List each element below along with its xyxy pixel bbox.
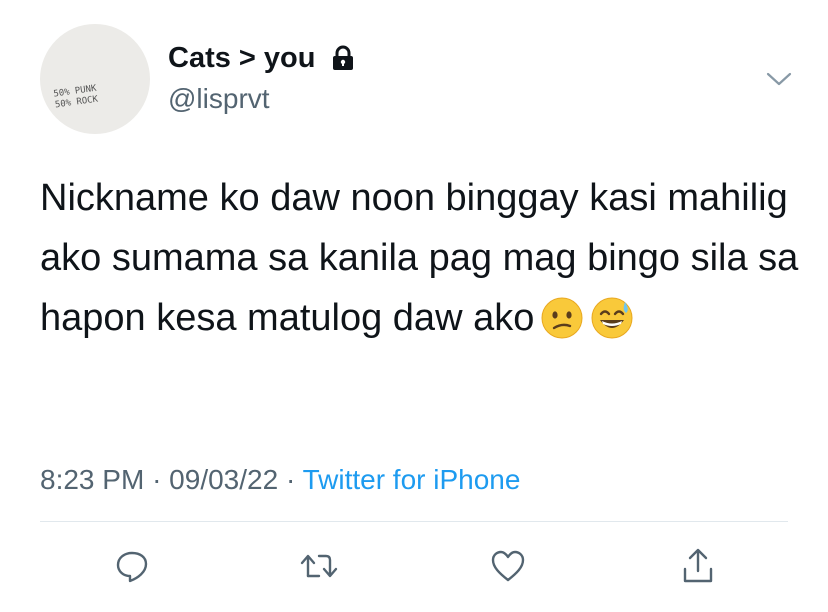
author-handle[interactable]: @lisprvt [168, 82, 270, 116]
tweet-date: 09/03/22 [169, 464, 279, 495]
like-button[interactable] [486, 546, 530, 590]
heart-icon [489, 548, 527, 589]
tweet-time: 8:23 PM [40, 464, 145, 495]
chevron-down-icon[interactable] [764, 64, 794, 94]
share-icon [680, 547, 716, 590]
tweet-actions [110, 546, 750, 590]
tweet-body: Nickname ko daw noon binggay kasi mahili… [40, 177, 799, 339]
tweet-text: Nickname ko daw noon binggay kasi mahili… [40, 168, 800, 358]
reply-button[interactable] [110, 546, 154, 590]
divider [40, 521, 788, 522]
confused-face-emoji [540, 296, 584, 358]
share-button[interactable] [676, 546, 720, 590]
lock-icon [330, 44, 356, 80]
author-name[interactable]: Cats > you [168, 40, 356, 80]
retweet-button[interactable] [297, 546, 341, 590]
retweet-icon [299, 548, 339, 589]
avatar[interactable]: 50% PUNK 50% ROCK [40, 24, 150, 134]
grinning-sweat-emoji [590, 296, 634, 358]
meta-separator: · [285, 464, 296, 495]
author-name-text: Cats > you [168, 42, 316, 74]
meta-separator: · [152, 464, 162, 495]
tweet-source-link[interactable]: Twitter for iPhone [303, 464, 521, 495]
reply-icon [114, 548, 150, 589]
tweet-meta: 8:23 PM · 09/03/22 · Twitter for iPhone [40, 460, 520, 500]
avatar-shirt-print: 50% PUNK 50% ROCK [52, 83, 99, 111]
